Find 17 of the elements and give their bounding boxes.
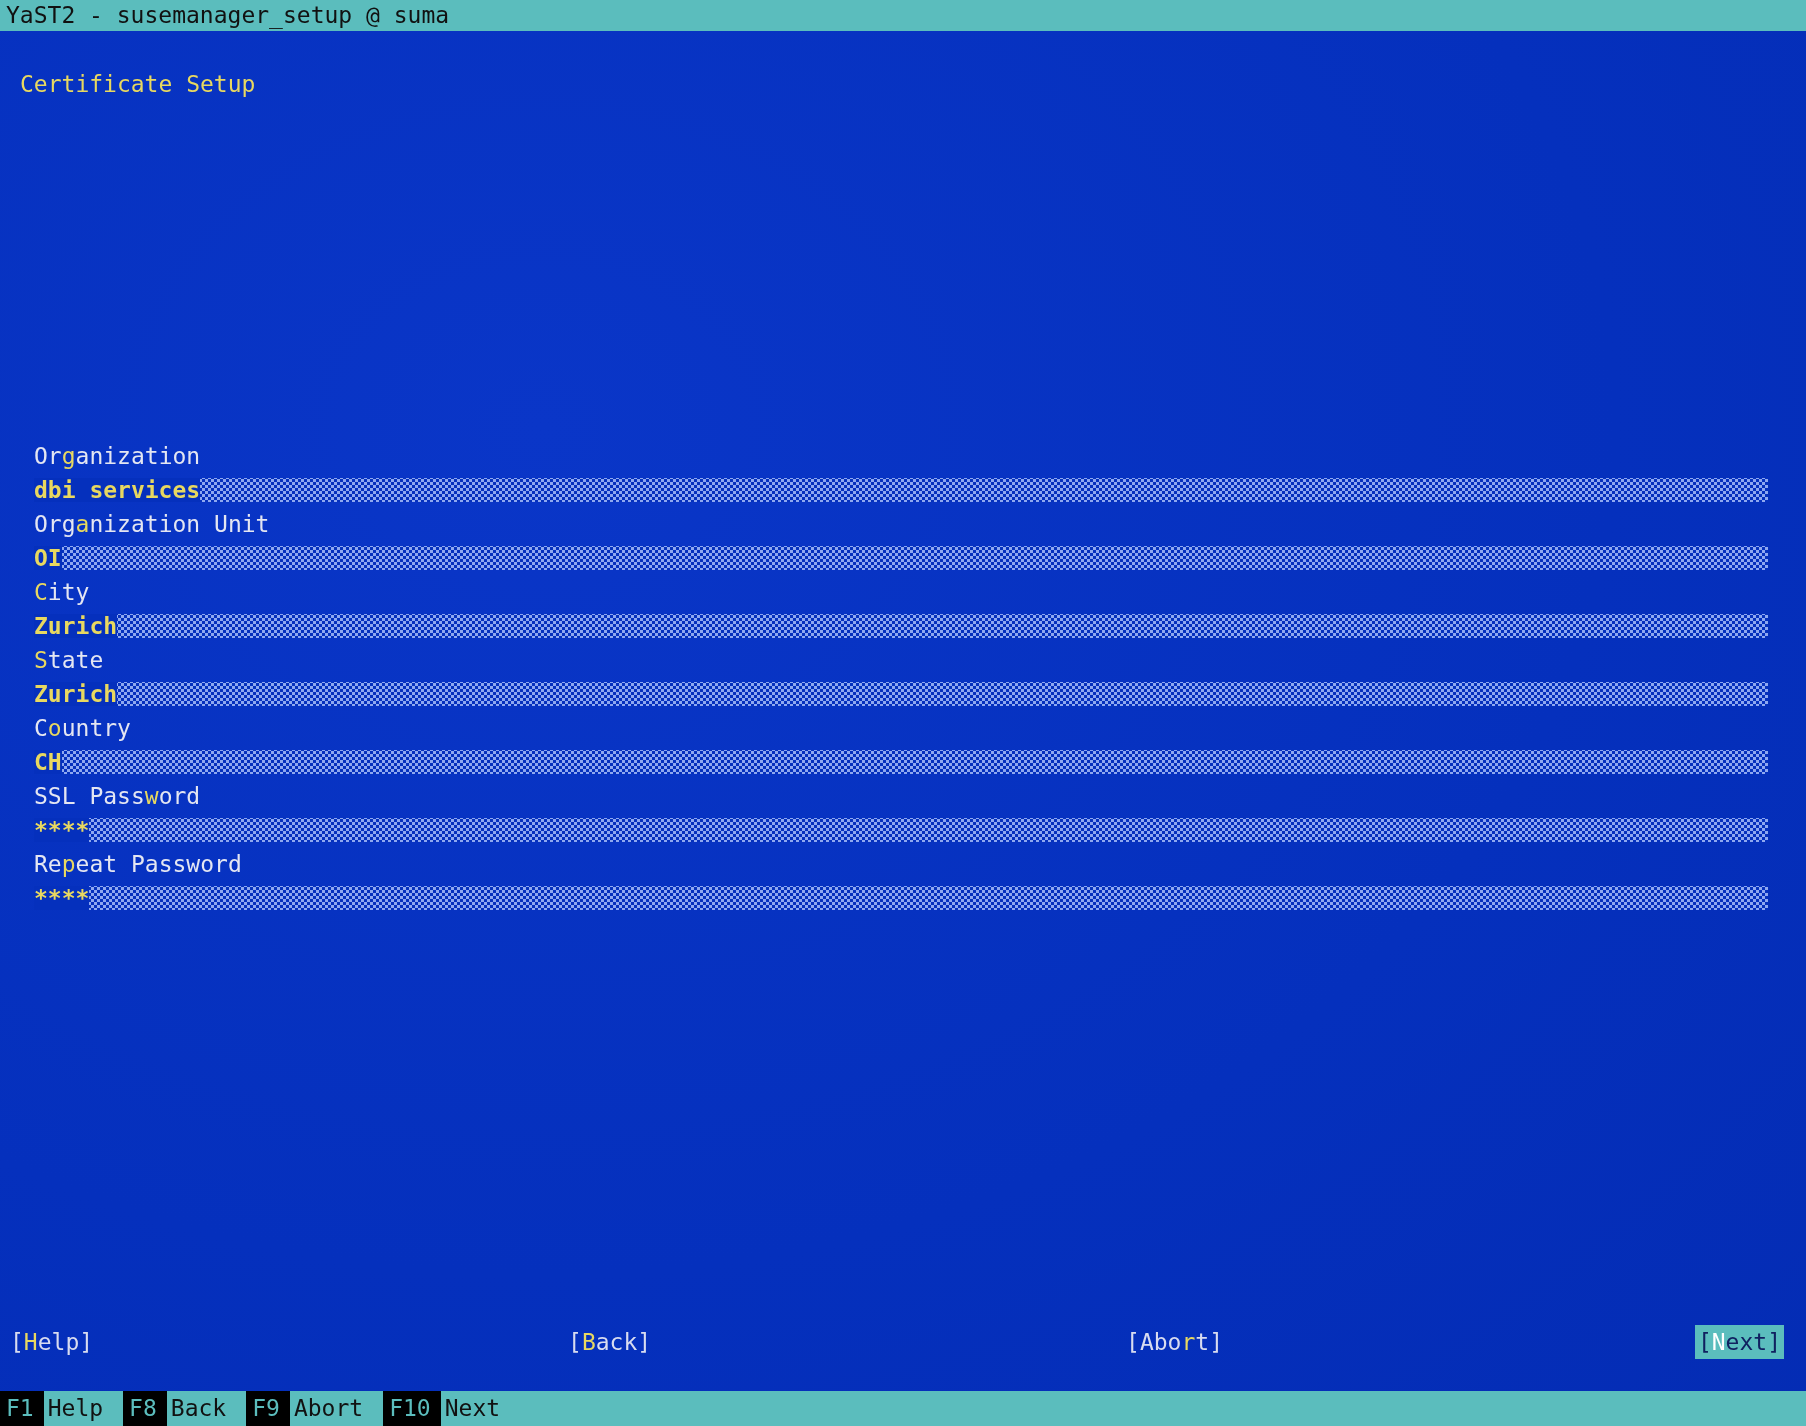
function-key[interactable]: F9 Abort — [246, 1391, 364, 1426]
function-key[interactable]: F1 Help — [0, 1391, 104, 1426]
nav-button[interactable]: [Abo rt] — [1123, 1325, 1226, 1359]
field-label: Organization — [34, 442, 201, 471]
field-label: Country — [34, 714, 131, 743]
field-label: Repeat Password — [34, 850, 242, 879]
function-key[interactable]: F10 Next — [383, 1391, 501, 1426]
field-label: SSL Password — [34, 782, 201, 811]
field-label: State — [34, 646, 104, 675]
field-label: Organization Unit — [34, 510, 270, 539]
nav-button[interactable]: [Help] — [7, 1325, 97, 1359]
field-label: City — [34, 578, 90, 607]
nav-button[interactable]: [Next] — [1694, 1325, 1784, 1359]
function-key[interactable]: F8 Back — [123, 1391, 227, 1426]
page-heading: Certificate Setup — [20, 70, 256, 99]
window-title: YaST2 - susemanager_setup @ suma — [0, 0, 1806, 31]
nav-button[interactable]: [Back] — [565, 1325, 655, 1359]
